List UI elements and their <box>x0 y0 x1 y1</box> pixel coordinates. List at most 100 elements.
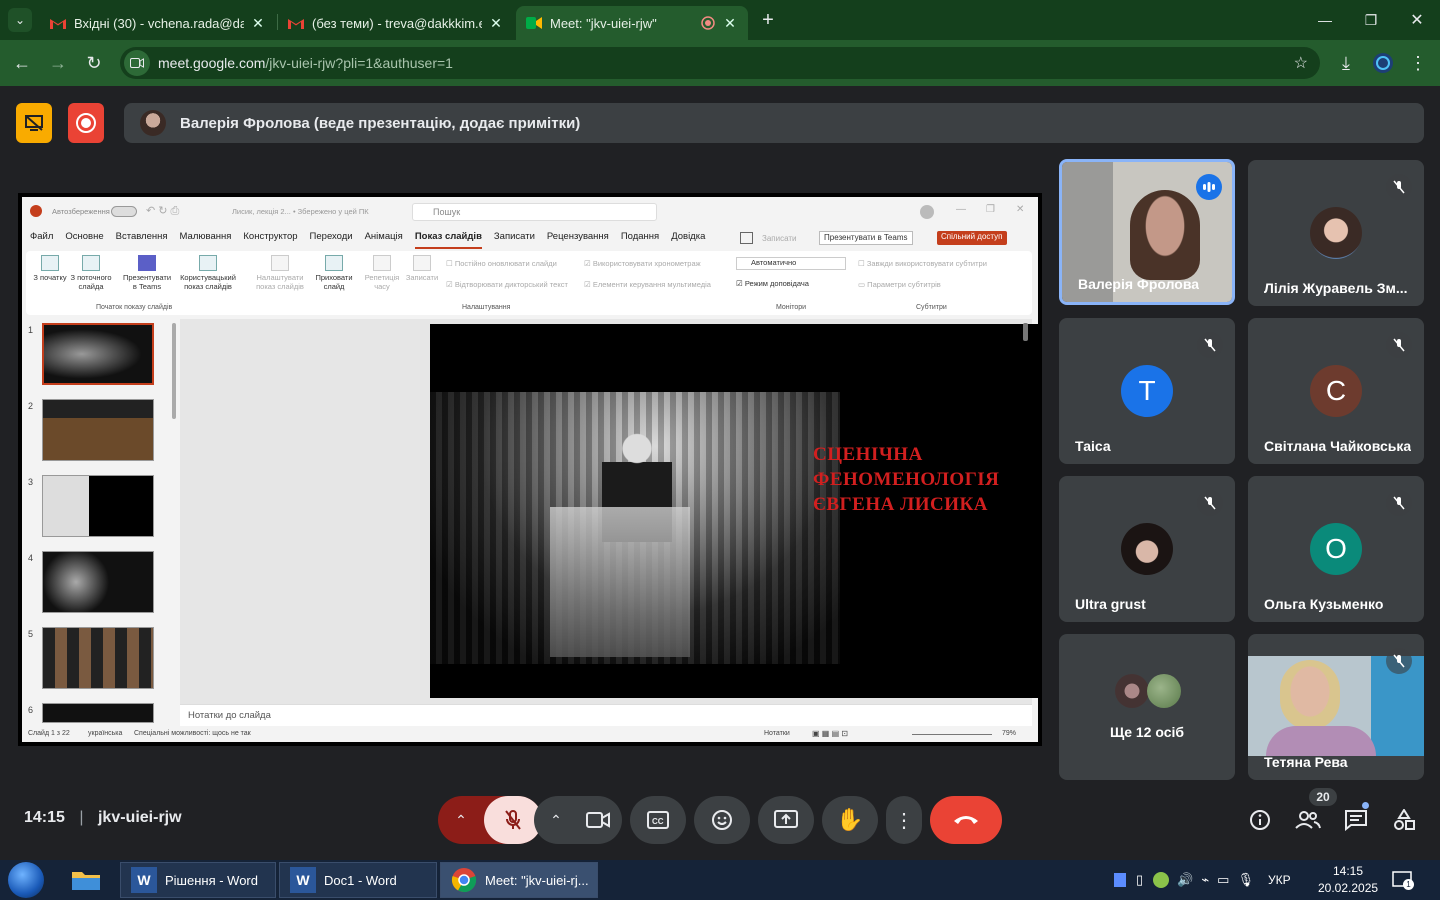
present-screen-button[interactable] <box>758 796 814 844</box>
menu-animation[interactable]: Анімація <box>365 231 403 249</box>
ppt-minimize-button[interactable]: — <box>956 204 966 215</box>
autosave-toggle[interactable] <box>111 206 137 217</box>
close-tab-icon[interactable]: ✕ <box>722 15 738 32</box>
custom-show-button[interactable]: Користувацький показ слайдів <box>176 255 240 291</box>
raise-hand-button[interactable]: ✋ <box>822 796 878 844</box>
participant-tile[interactable]: C Світлана Чайковська <box>1248 318 1424 464</box>
participant-tile[interactable]: Тетяна Рева <box>1248 634 1424 780</box>
slide-thumbnail[interactable] <box>42 627 154 689</box>
view-buttons-icon[interactable]: ▣ ▦ ▤ ⊡ <box>812 729 848 738</box>
reactions-button[interactable] <box>694 796 750 844</box>
participant-tile[interactable]: Лілія Журавель Зм... <box>1248 160 1424 306</box>
video-options-button[interactable]: ⌃ <box>536 812 576 829</box>
participant-tile[interactable]: Ultra grust <box>1059 476 1235 622</box>
menu-review[interactable]: Рецензування <box>547 231 609 249</box>
reload-button[interactable]: ↻ <box>80 49 108 77</box>
present-teams-ribbon-button[interactable]: Презентувати в Teams <box>120 255 174 291</box>
taskbar-word-doc1[interactable]: W Doc1 - Word <box>279 862 437 898</box>
chk-play-narration[interactable]: ☑ Відтворювати дикторський текст <box>446 280 568 289</box>
meeting-details-button[interactable] <box>1245 805 1275 835</box>
close-tab-icon[interactable]: ✕ <box>250 15 266 32</box>
participant-tile[interactable]: O Ольга Кузьменко <box>1248 476 1424 622</box>
setup-show-button[interactable]: Налаштувати показ слайдів <box>252 255 308 291</box>
record-button[interactable]: Записати <box>762 234 797 243</box>
subtitle-settings-button[interactable]: ▭ Параметри субтитрів <box>858 280 941 289</box>
slide-thumbnail[interactable] <box>42 323 154 385</box>
menu-help[interactable]: Довідка <box>671 231 705 249</box>
menu-design[interactable]: Конструктор <box>243 231 297 249</box>
restore-button[interactable]: ❐ <box>1348 6 1394 34</box>
chk-presenter-view[interactable]: ☑ Режим доповідача <box>736 279 809 288</box>
usb-icon[interactable]: ▯ <box>1136 872 1143 888</box>
language-indicator[interactable]: УКР <box>1268 873 1291 887</box>
ppt-close-button[interactable]: ✕ <box>1016 204 1024 215</box>
menu-record[interactable]: Записати <box>494 231 535 249</box>
chk-media-controls[interactable]: ☑ Елементи керування мультимедіа <box>584 280 711 289</box>
notes-pane[interactable]: Нотатки до слайда <box>180 704 1032 726</box>
menu-view[interactable]: Подання <box>621 231 659 249</box>
camera-toggle-button[interactable] <box>576 811 620 829</box>
tray-app-icon[interactable] <box>1114 873 1126 887</box>
share-button[interactable]: Спільний доступ <box>937 231 1007 245</box>
leave-call-button[interactable] <box>930 796 1002 844</box>
menu-insert[interactable]: Вставлення <box>116 231 168 249</box>
address-bar[interactable]: meet.google.com/jkv-uiei-rjw?pli=1&authu… <box>120 47 1320 79</box>
account-avatar[interactable] <box>920 205 934 219</box>
activities-button[interactable] <box>1389 805 1419 835</box>
participant-tile-others[interactable]: Ще 12 осіб <box>1059 634 1235 780</box>
tab-meet[interactable]: Meet: "jkv-uiei-rjw" ✕ <box>516 6 748 40</box>
slide-thumbnail[interactable] <box>42 399 154 461</box>
tab-search-button[interactable]: ⌄ <box>8 8 32 32</box>
forward-button[interactable]: → <box>44 49 72 77</box>
slide-thumbnail[interactable] <box>42 475 154 537</box>
menu-home[interactable]: Основне <box>65 231 103 249</box>
bookmark-star-icon[interactable]: ☆ <box>1294 53 1308 73</box>
rehearse-button[interactable]: Репетиція часу <box>362 255 402 291</box>
browser-menu-icon[interactable]: ⋮ <box>1404 49 1432 77</box>
menu-slideshow[interactable]: Показ слайдів <box>414 231 482 249</box>
slide-thumbnail[interactable] <box>42 703 154 723</box>
hide-slide-button[interactable]: Приховати слайд <box>312 255 356 291</box>
menu-transitions[interactable]: Переходи <box>310 231 353 249</box>
current-slide[interactable]: СЦЕНІЧНА ФЕНОМЕНОЛОГІЯ ЄВГЕНА ЛИСИКА <box>430 324 1038 698</box>
undo-icon[interactable]: ↶ ↻ ⎙ <box>146 204 179 218</box>
microphone-icon[interactable]: 🎙 <box>1237 872 1254 888</box>
more-options-button[interactable]: ⋮ <box>886 796 922 844</box>
start-button[interactable] <box>8 862 44 898</box>
minimize-button[interactable]: — <box>1302 6 1348 34</box>
from-beginning-button[interactable]: З початку <box>30 255 70 282</box>
from-current-button[interactable]: З поточного слайда <box>66 255 116 291</box>
camera-permission-icon[interactable] <box>124 50 150 76</box>
chk-always-subtitles[interactable]: ☐ Завжди використовувати субтитри <box>858 259 987 268</box>
notes-toggle-button[interactable]: Нотатки <box>764 730 790 737</box>
language-status[interactable]: українська <box>88 730 122 737</box>
close-tab-icon[interactable]: ✕ <box>488 15 504 32</box>
participant-tile[interactable]: T Таіса <box>1059 318 1235 464</box>
accessibility-status[interactable]: Спеціальні можливості: щось не так <box>134 730 251 737</box>
slide-thumbnail[interactable] <box>42 551 154 613</box>
present-in-teams-button[interactable]: Презентувати в Teams <box>819 231 913 245</box>
audio-options-button[interactable]: ⌃ <box>438 812 484 829</box>
chat-button[interactable] <box>1341 805 1371 835</box>
tab-gmail-draft[interactable]: (без теми) - treva@dakkkim.ed ✕ <box>278 6 514 40</box>
menu-draw[interactable]: Малювання <box>180 231 232 249</box>
display-icon[interactable]: ▭ <box>1217 872 1229 888</box>
tab-gmail-inbox[interactable]: Вхідні (30) - vchena.rada@dakk ✕ <box>40 6 276 40</box>
profile-avatar[interactable] <box>1369 49 1397 77</box>
comments-icon[interactable] <box>740 232 753 244</box>
monitor-select[interactable]: Автоматично <box>736 257 846 270</box>
tray-status-icon[interactable] <box>1153 872 1170 888</box>
editor-scrollbar[interactable] <box>1023 323 1028 341</box>
menu-file[interactable]: Файл <box>30 231 53 249</box>
chk-update-slides[interactable]: ☐ Постійно оновлювати слайди <box>446 259 557 268</box>
new-tab-button[interactable]: + <box>752 6 784 34</box>
record-ribbon-button[interactable]: Записати <box>402 255 442 282</box>
taskbar-chrome-meet[interactable]: Meet: "jkv-uiei-rj... <box>440 862 598 898</box>
chk-use-timings[interactable]: ☑ Використовувати хронометраж <box>584 259 701 268</box>
clock[interactable]: 14:15 20.02.2025 <box>1318 863 1378 897</box>
back-button[interactable]: ← <box>8 49 36 77</box>
zoom-level[interactable]: 79% <box>1002 730 1016 737</box>
participant-tile-speaker[interactable]: Валерія Фролова <box>1059 159 1235 305</box>
taskbar-word-rishennya[interactable]: W Рішення - Word <box>120 862 276 898</box>
people-button[interactable] <box>1293 805 1323 835</box>
